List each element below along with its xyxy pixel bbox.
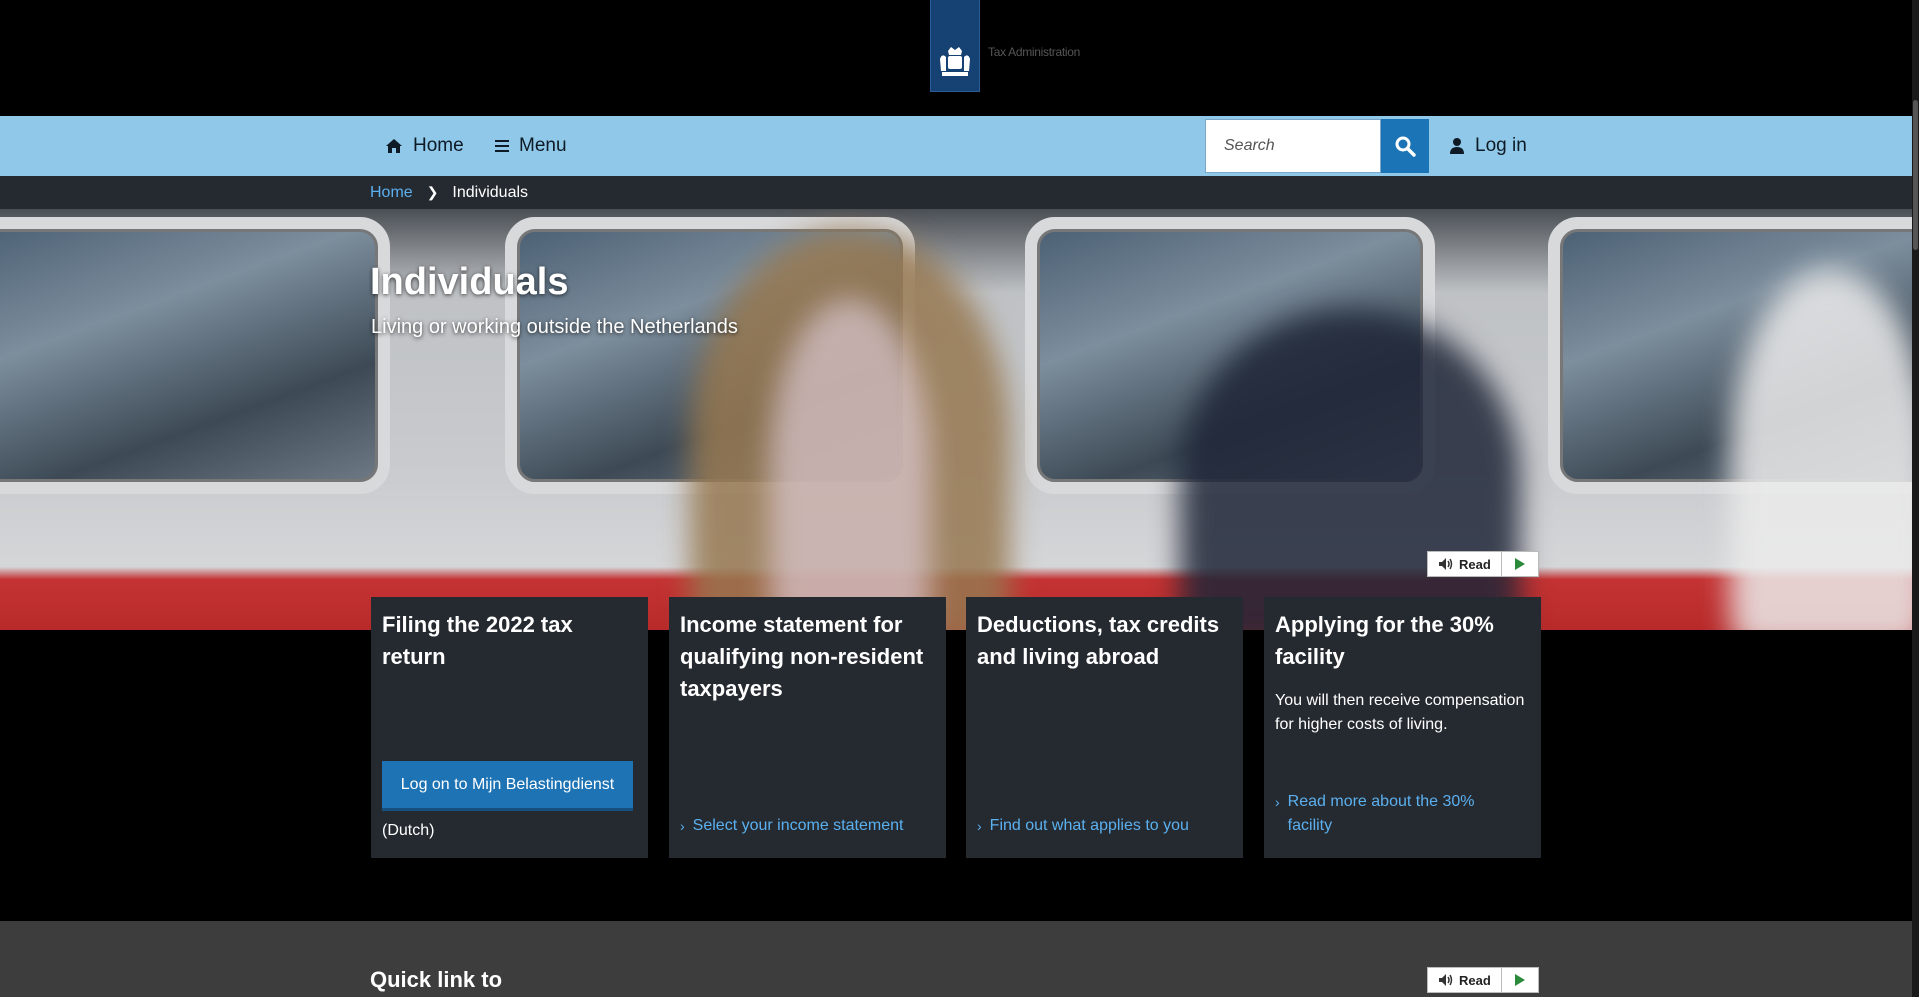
scrollbar-thumb[interactable] — [1913, 100, 1918, 250]
play-button[interactable] — [1502, 968, 1538, 992]
nav-menu-label: Menu — [519, 135, 567, 156]
play-button[interactable] — [1502, 552, 1538, 576]
nav-home-label: Home — [413, 135, 464, 156]
card-link[interactable]: › Read more about the 30% facility — [1275, 790, 1475, 838]
logo-text: Tax Administration — [988, 45, 1080, 59]
quick-links-title: Quick link to — [370, 967, 503, 992]
speaker-icon — [1439, 974, 1453, 986]
play-icon — [1514, 974, 1525, 986]
nav-home-link[interactable]: Home — [385, 116, 464, 176]
search-icon — [1395, 136, 1416, 157]
chevron-right-icon: › — [977, 818, 982, 834]
search-input[interactable] — [1205, 119, 1381, 173]
card-link[interactable]: › Find out what applies to you — [977, 814, 1189, 838]
login-link[interactable]: Log in — [1449, 116, 1527, 176]
read-aloud-button[interactable]: Read — [1428, 552, 1502, 576]
card-description: You will then receive compensation for h… — [1275, 692, 1525, 733]
card-deductions: Deductions, tax credits and living abroa… — [966, 597, 1243, 858]
card-filing-tax-return: Filing the 2022 tax return Log on to Mij… — [371, 597, 648, 858]
play-icon — [1514, 558, 1525, 570]
read-aloud-widget: Read — [1427, 967, 1539, 993]
card-title: Income statement for qualifying non-resi… — [680, 612, 924, 701]
card-note: (Dutch) — [382, 822, 435, 839]
card-30-percent-facility: Applying for the 30% facility You will t… — [1264, 597, 1541, 858]
chevron-right-icon: › — [1275, 794, 1280, 810]
home-icon — [386, 139, 402, 153]
hero-image-person — [1180, 309, 1520, 630]
card-income-statement: Income statement for qualifying non-resi… — [669, 597, 946, 858]
quick-links-section: Quick link to — [0, 921, 1912, 997]
user-icon — [1450, 138, 1464, 154]
breadcrumb: Home ❯ Individuals — [370, 176, 528, 209]
page-subtitle: Living or working outside the Netherland… — [371, 316, 738, 338]
crown-emblem-icon — [940, 47, 970, 76]
search-form — [1205, 119, 1429, 173]
hero-image-person — [770, 299, 930, 629]
hamburger-icon — [495, 140, 509, 152]
card-link-label: Read more about the 30% facility — [1287, 793, 1475, 834]
card-title: Applying for the 30% facility — [1275, 612, 1494, 669]
main-navigation: Home Menu Log in — [0, 116, 1912, 176]
card-title: Deductions, tax credits and living abroa… — [977, 612, 1220, 669]
breadcrumb-bar: Home ❯ Individuals — [0, 176, 1912, 209]
read-aloud-label: Read — [1459, 972, 1491, 988]
page-title: Individuals — [370, 261, 569, 303]
read-aloud-label: Read — [1459, 556, 1491, 572]
hero-image-train-window — [0, 217, 390, 494]
government-logo[interactable] — [930, 0, 980, 92]
login-mijn-belastingdienst-button[interactable]: Log on to Mijn Belastingdienst — [382, 761, 633, 811]
site-header: Tax Administration — [0, 0, 1912, 116]
read-aloud-widget: Read — [1427, 551, 1539, 577]
hero-banner: Individuals Living or working outside th… — [0, 209, 1912, 630]
chevron-right-icon: › — [680, 818, 685, 834]
speaker-icon — [1439, 558, 1453, 570]
read-aloud-button[interactable]: Read — [1428, 968, 1502, 992]
card-title: Filing the 2022 tax return — [382, 612, 573, 669]
search-button[interactable] — [1381, 119, 1429, 173]
page-scrollbar[interactable] — [1912, 0, 1919, 997]
breadcrumb-current: Individuals — [452, 183, 529, 201]
card-link[interactable]: › Select your income statement — [680, 814, 903, 838]
card-link-label: Find out what applies to you — [989, 817, 1189, 834]
breadcrumb-home-link[interactable]: Home — [370, 184, 413, 202]
login-label: Log in — [1475, 135, 1527, 156]
nav-menu-button[interactable]: Menu — [495, 116, 567, 176]
chevron-right-icon: ❯ — [426, 184, 439, 200]
card-link-label: Select your income statement — [692, 817, 904, 834]
